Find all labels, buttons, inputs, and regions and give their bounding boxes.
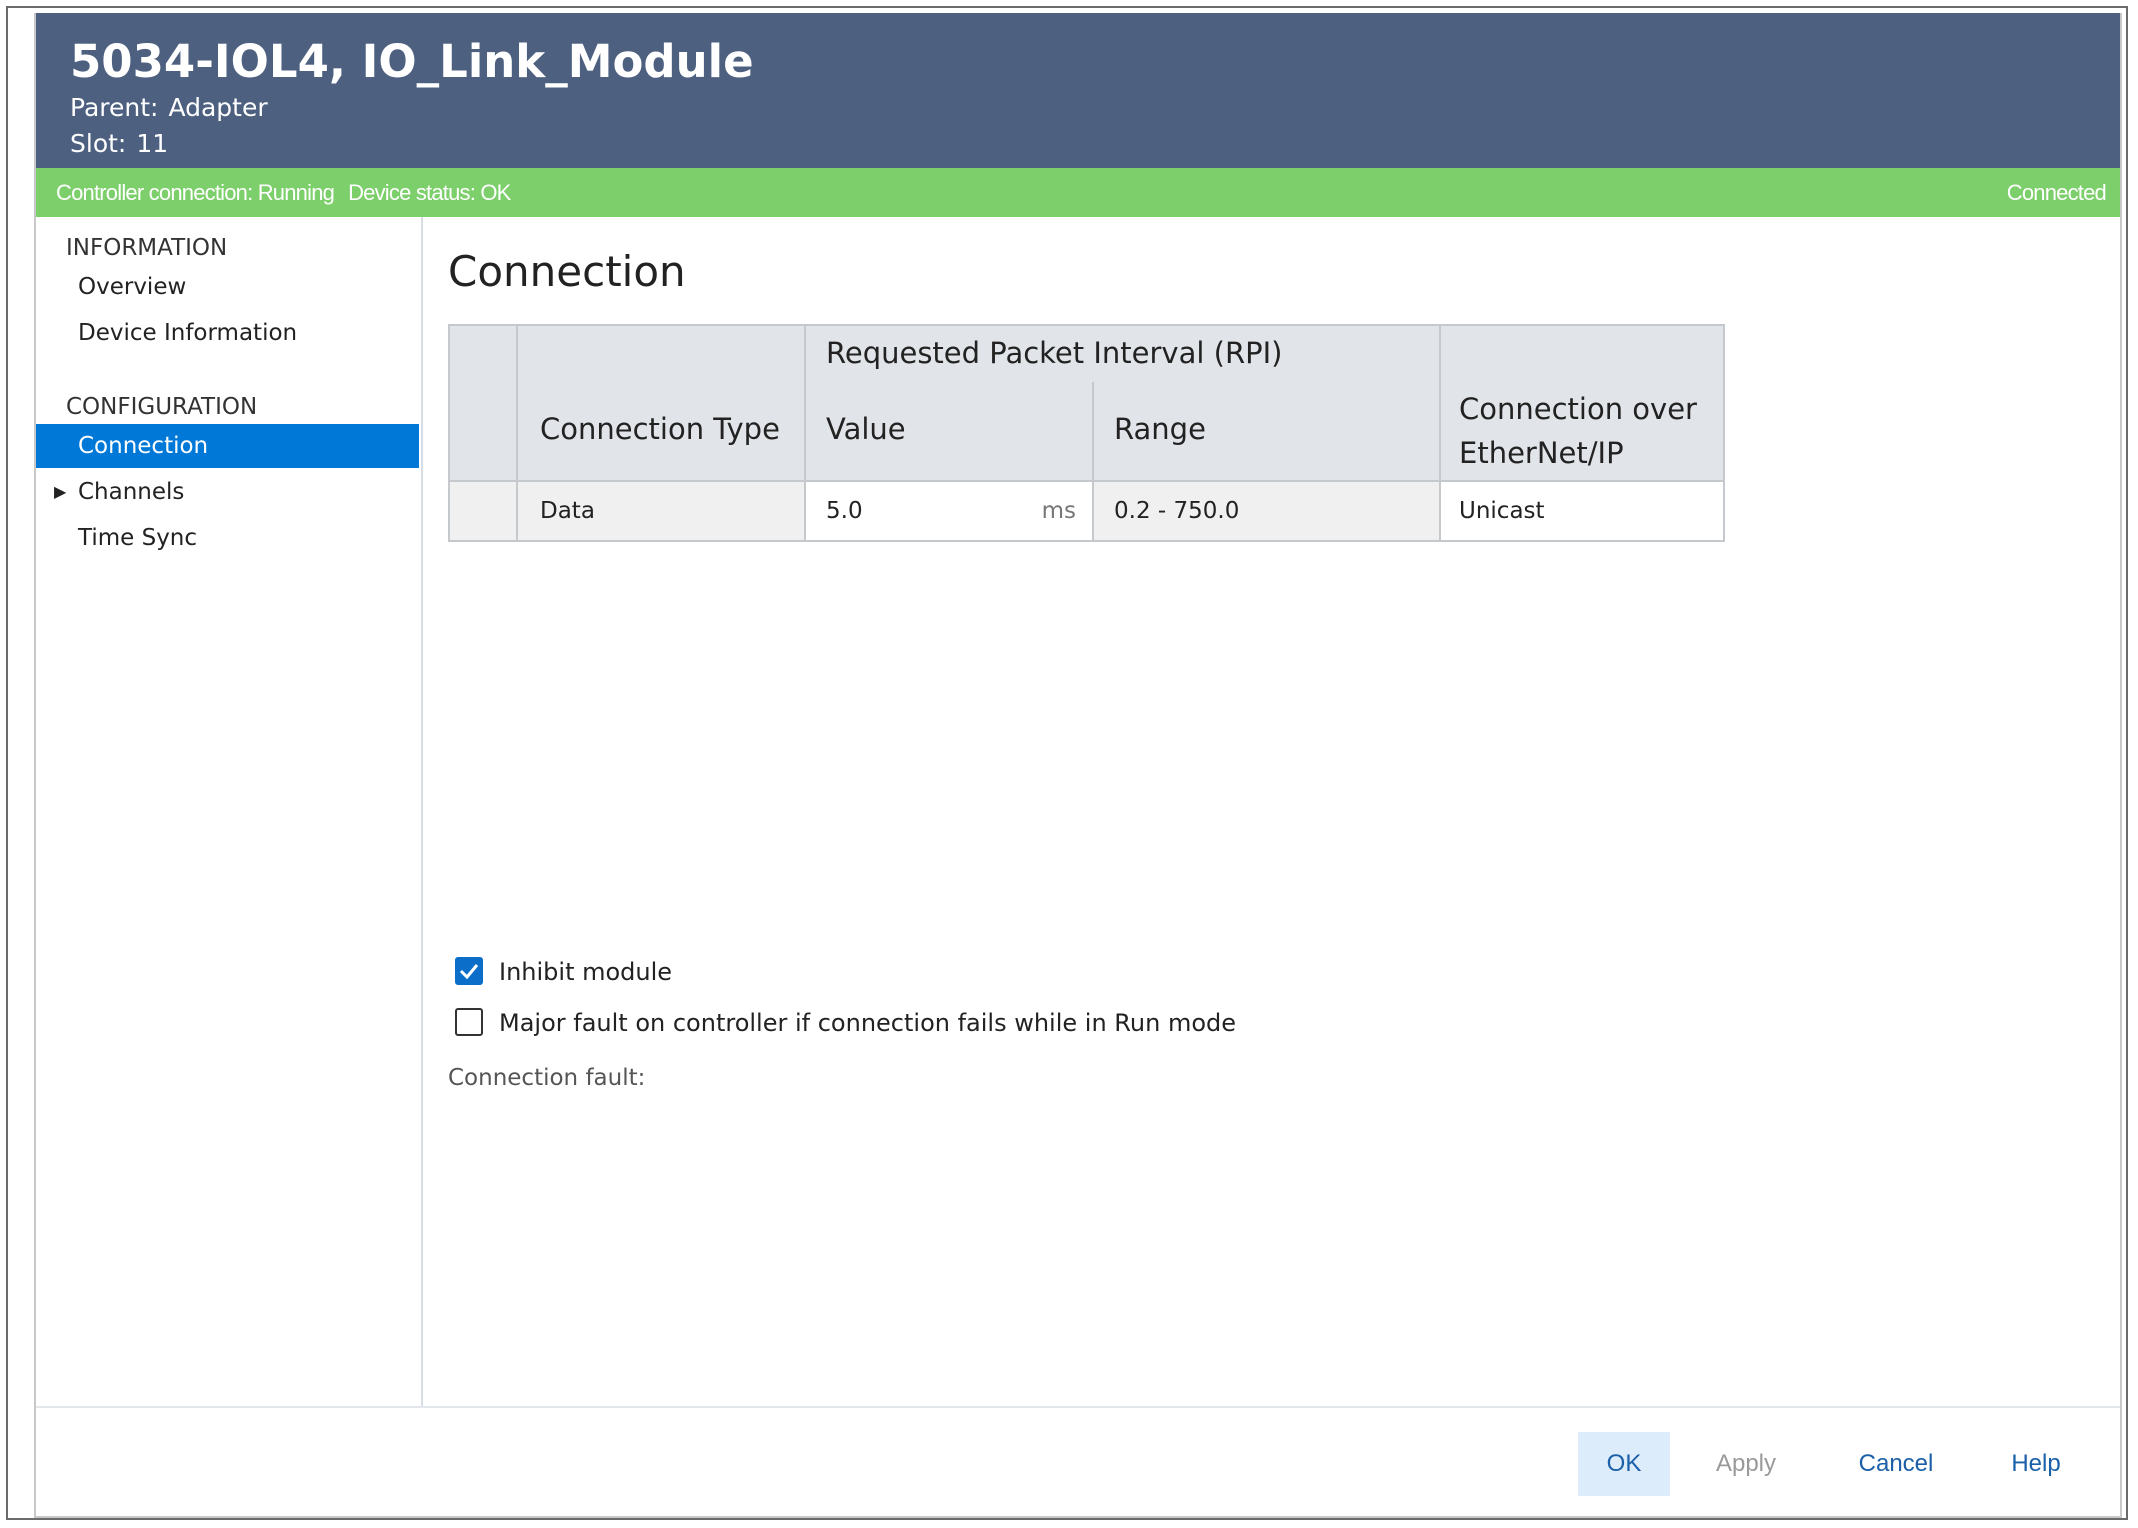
sidebar-item-overview[interactable]: Overview: [36, 265, 419, 309]
header-connection-type: Connection Type: [540, 412, 780, 446]
help-button[interactable]: Help: [1996, 1432, 2076, 1496]
connection-over-select[interactable]: Unicast: [1459, 498, 1709, 524]
module-properties-dialog: 5034-IOL4, IO_Link_Module Parent: Adapter…: [34, 13, 2122, 1518]
inhibit-module-label: Inhibit module: [499, 958, 673, 986]
module-title: 5034-IOL4, IO_Link_Module: [70, 35, 754, 88]
status-bar: Controller connection: Running Device sta…: [36, 168, 2120, 217]
apply-button[interactable]: Apply: [1701, 1432, 1791, 1496]
rpi-unit: ms: [1041, 498, 1076, 524]
category-sidebar: INFORMATION Overview Device Information …: [36, 217, 423, 1406]
page-title: Connection: [448, 247, 686, 296]
window-frame: 5034-IOL4, IO_Link_Module Parent: Adapter…: [6, 6, 2128, 1520]
expand-arrow-icon[interactable]: ▶: [54, 470, 66, 514]
dialog-footer: OK Apply Cancel Help: [36, 1406, 2120, 1516]
inhibit-module-checkbox[interactable]: [455, 957, 483, 985]
parent-info: Parent: Adapter: [70, 93, 268, 122]
section-heading-configuration: CONFIGURATION: [66, 394, 258, 420]
rpi-value[interactable]: 5.0: [826, 498, 863, 524]
row-range: 0.2 - 750.0: [1114, 498, 1240, 524]
header-range: Range: [1114, 412, 1206, 446]
row-connection-type: Data: [540, 498, 595, 524]
row-header-cell: [450, 482, 516, 540]
device-status: Device status: OK: [348, 180, 511, 205]
controller-connection-status: Controller connection: Running: [56, 180, 335, 205]
cancel-button[interactable]: Cancel: [1846, 1432, 1946, 1496]
parent-value: Adapter: [168, 93, 268, 122]
sidebar-item-connection[interactable]: Connection: [36, 424, 419, 468]
major-fault-checkbox[interactable]: [455, 1008, 483, 1036]
header-connection-over: Connection over: [1459, 392, 1697, 426]
sidebar-item-channels[interactable]: ▶ Channels: [36, 470, 419, 514]
slot-info: Slot: 11: [70, 129, 168, 158]
header-rpi: Requested Packet Interval (RPI): [826, 336, 1283, 370]
header-ethernet-ip: EtherNet/IP: [1459, 436, 1624, 470]
rpi-value-field[interactable]: 5.0 ms: [826, 498, 1076, 528]
section-heading-information: INFORMATION: [66, 235, 228, 261]
ok-button[interactable]: OK: [1578, 1432, 1670, 1496]
checkmark-icon: [459, 964, 479, 980]
sidebar-item-time-sync[interactable]: Time Sync: [36, 516, 419, 560]
dialog-header: 5034-IOL4, IO_Link_Module Parent: Adapter…: [36, 13, 2120, 168]
slot-label: Slot:: [70, 129, 127, 158]
sidebar-item-channels-label: Channels: [78, 479, 185, 505]
header-value: Value: [826, 412, 906, 446]
connection-table: Connection Type Requested Packet Interva…: [448, 324, 1725, 542]
slot-value: 11: [136, 129, 169, 158]
major-fault-label: Major fault on controller if connection …: [499, 1009, 1237, 1037]
parent-label: Parent:: [70, 93, 159, 122]
connection-fault-label: Connection fault:: [448, 1065, 646, 1091]
connection-state: Connected: [2006, 180, 2107, 205]
sidebar-item-device-information[interactable]: Device Information: [36, 311, 419, 355]
main-panel: Connection Connection Type Requested Pac…: [425, 217, 2120, 1406]
